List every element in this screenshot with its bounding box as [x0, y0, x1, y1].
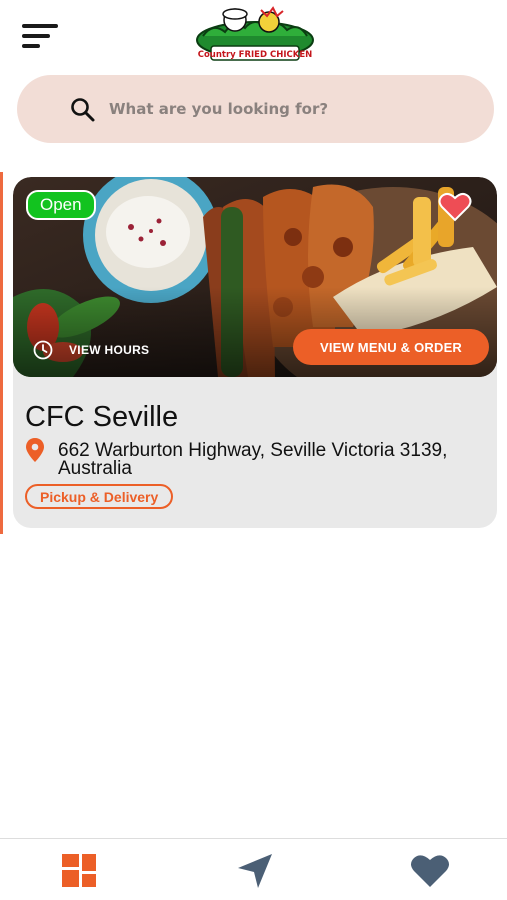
clock-icon: [33, 340, 53, 360]
nav-favorites-heart-icon[interactable]: [408, 851, 452, 891]
card-accent-line: [0, 172, 3, 534]
store-card[interactable]: Open VIEW HOURS VIEW MENU & ORDER CFC Se…: [13, 177, 497, 528]
store-address: 662 Warburton Highway, Seville Victoria …: [58, 440, 448, 479]
open-status-badge: Open: [26, 190, 96, 220]
view-hours-label: VIEW HOURS: [69, 343, 150, 357]
view-hours-button[interactable]: VIEW HOURS: [33, 340, 149, 360]
service-type-badge: Pickup & Delivery: [25, 484, 174, 509]
store-name: CFC Seville: [25, 401, 179, 433]
search-input[interactable]: [109, 89, 469, 129]
search-icon: [71, 98, 95, 122]
app-header: Country FRIED CHICKEN: [0, 0, 507, 72]
bottom-navigation: [0, 838, 507, 900]
nav-home-grid-icon[interactable]: [58, 851, 102, 891]
store-food-photo: Open VIEW HOURS VIEW MENU & ORDER: [13, 177, 497, 377]
cfc-logo: Country FRIED CHICKEN: [195, 2, 315, 68]
hamburger-menu-icon[interactable]: [22, 22, 62, 52]
search-bar[interactable]: [17, 75, 494, 143]
svg-text:Country FRIED CHICKEN: Country FRIED CHICKEN: [198, 50, 313, 60]
nav-locations-navigation-icon[interactable]: [234, 851, 278, 891]
favorite-heart-icon[interactable]: [438, 191, 472, 223]
view-menu-order-button[interactable]: VIEW MENU & ORDER: [293, 329, 489, 365]
location-pin-icon: [26, 438, 44, 462]
